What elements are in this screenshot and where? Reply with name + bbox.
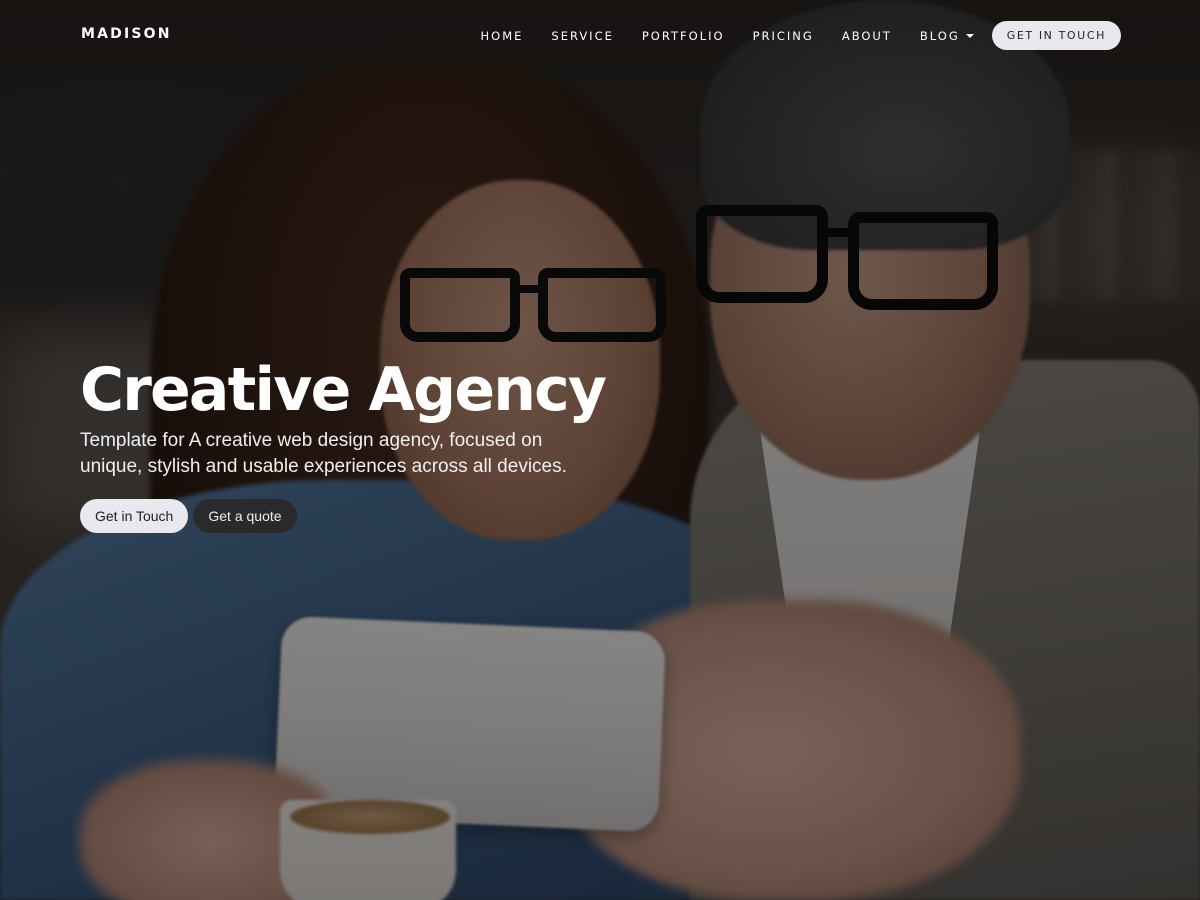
hero-subtitle: Template for A creative web design agenc… [80, 430, 567, 477]
nav-link-home[interactable]: HOME [481, 29, 524, 43]
caret-down-icon [965, 33, 974, 38]
get-a-quote-button[interactable]: Get a quote [193, 499, 297, 533]
nav-link-blog-label: BLOG [919, 28, 960, 43]
nav-link-blog-dropdown[interactable]: BLOG [920, 29, 974, 43]
get-in-touch-button[interactable]: Get in Touch [80, 499, 189, 533]
brand-logo[interactable]: MADISON [81, 26, 172, 42]
top-navbar: MADISON HOME SERVICE PORTFOLIO PRICING A… [0, 0, 1200, 70]
nav-link-service[interactable]: SERVICE [551, 29, 613, 43]
nav-link-about[interactable]: ABOUT [842, 29, 892, 43]
hero-section: MADISON HOME SERVICE PORTFOLIO PRICING A… [0, 0, 1200, 900]
nav-link-pricing[interactable]: PRICING [753, 29, 814, 43]
nav-menu: HOME SERVICE PORTFOLIO PRICING ABOUT BLO… [481, 21, 1121, 50]
hero-content: Creative Agency Template for A creative … [80, 354, 680, 533]
nav-link-portfolio[interactable]: PORTFOLIO [642, 29, 725, 43]
get-in-touch-nav-button[interactable]: GET IN TOUCH [991, 21, 1121, 50]
hero-buttons: Get in Touch Get a quote [80, 499, 680, 533]
hero-title: Creative Agency [80, 355, 607, 425]
